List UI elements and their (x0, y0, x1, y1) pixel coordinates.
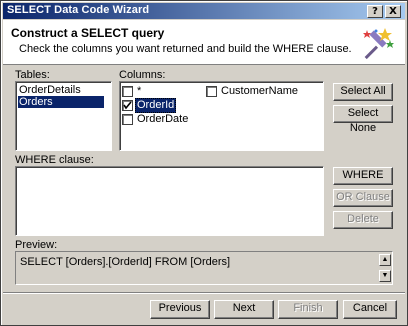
window-title: SELECT Data Code Wizard (7, 4, 150, 16)
delete-button-label: Delete (347, 213, 379, 225)
title-bar[interactable]: SELECT Data Code Wizard ? X (3, 3, 405, 19)
wizard-header: Construct a SELECT query Check the colum… (3, 20, 405, 65)
column-label-star: * (137, 85, 142, 97)
preview-label: Preview: (15, 239, 58, 251)
cancel-button[interactable]: Cancel (343, 300, 397, 319)
magic-wand-icon (363, 28, 394, 60)
or-clause-button-label: OR Clause (336, 191, 390, 203)
cancel-button-label: Cancel (352, 302, 388, 314)
finish-button-label: Finish (293, 302, 323, 314)
wizard-window: SELECT Data Code Wizard ? X Construct a … (0, 0, 408, 326)
where-button-label: WHERE (342, 169, 384, 181)
where-clause-label: WHERE clause: (15, 154, 94, 166)
select-none-button[interactable]: Select None (333, 105, 393, 134)
close-button[interactable]: X (385, 5, 401, 18)
column-checkbox-customername[interactable] (206, 86, 217, 97)
help-button[interactable]: ? (367, 5, 383, 18)
previous-button[interactable]: Previous (150, 300, 210, 319)
column-checkbox-orderdate[interactable] (122, 114, 133, 125)
tables-label: Tables: (15, 69, 50, 81)
page-title: Construct a SELECT query (11, 26, 165, 40)
where-clause-box[interactable] (15, 166, 324, 236)
table-item-orders[interactable]: Orders (18, 96, 104, 108)
finish-button[interactable]: Finish (278, 300, 338, 319)
checkmark-icon (123, 101, 132, 110)
select-all-button[interactable]: Select All (333, 83, 393, 101)
column-label-orderdate: OrderDate (137, 113, 189, 125)
tables-listbox[interactable]: OrderDetails Orders (15, 81, 112, 151)
columns-label: Columns: (119, 69, 166, 81)
column-checkbox-orderid[interactable] (122, 100, 133, 111)
scroll-up-arrow-icon[interactable]: ▲ (379, 254, 391, 266)
or-clause-button[interactable]: OR Clause (333, 189, 393, 207)
select-none-label: Select None (347, 107, 379, 134)
scroll-down-arrow-icon[interactable]: ▼ (379, 270, 391, 282)
next-button-label: Next (232, 302, 256, 314)
page-subtitle: Check the columns you want returned and … (19, 43, 352, 55)
previous-button-label: Previous (158, 302, 202, 314)
table-item-orderdetails[interactable]: OrderDetails (18, 84, 104, 96)
column-label-orderid: OrderId (135, 98, 177, 113)
select-all-label: Select All (340, 85, 386, 97)
columns-listbox[interactable]: * OrderId OrderDate CustomerName (119, 81, 324, 151)
preview-box: SELECT [Orders].[OrderId] FROM [Orders] … (15, 251, 393, 285)
footer-separator (3, 292, 405, 294)
where-button[interactable]: WHERE (333, 167, 393, 185)
preview-text: SELECT [Orders].[OrderId] FROM [Orders] (20, 256, 231, 268)
delete-button[interactable]: Delete (333, 211, 393, 229)
column-label-customername: CustomerName (221, 85, 299, 97)
column-checkbox-star[interactable] (122, 86, 133, 97)
next-button[interactable]: Next (214, 300, 274, 319)
